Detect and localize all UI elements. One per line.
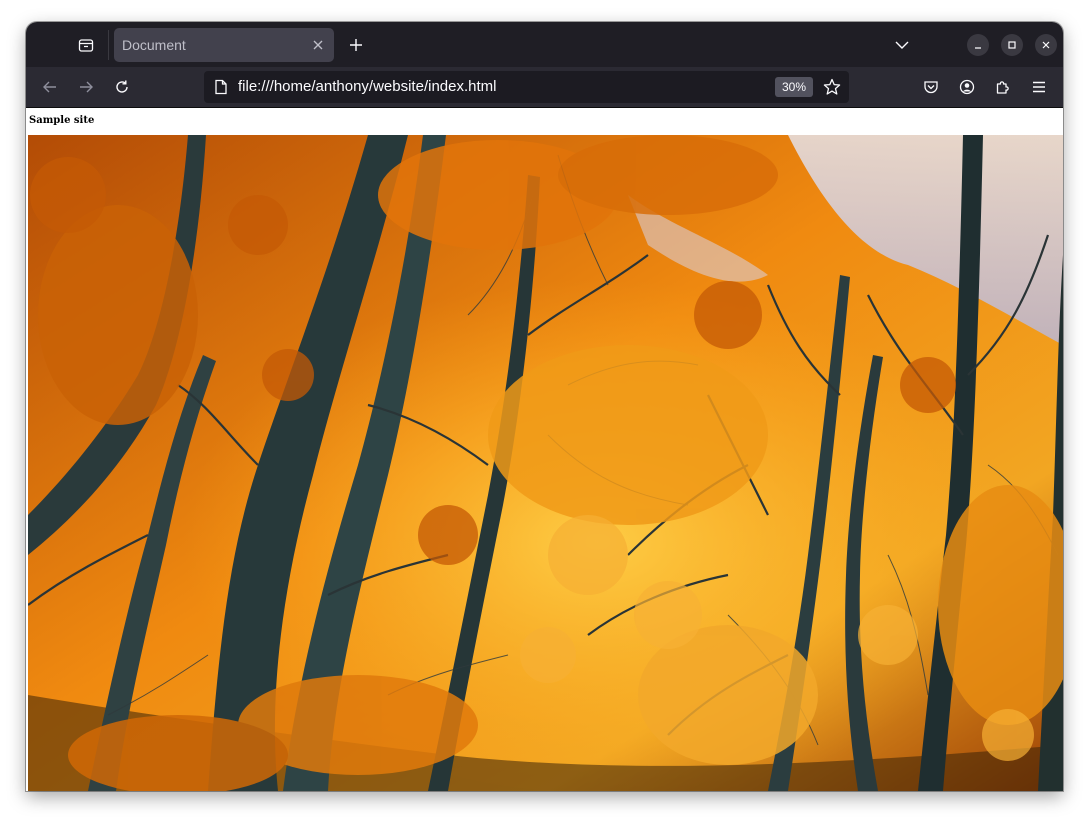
tab-list-button[interactable]: [72, 32, 100, 58]
list-all-tabs-button[interactable]: [890, 33, 914, 57]
puzzle-icon: [996, 81, 1009, 94]
new-tab-button[interactable]: [344, 33, 368, 57]
url-text[interactable]: file:///home/anthony/website/index.html: [238, 71, 496, 103]
tab-separator: [108, 30, 109, 60]
tab-close-button[interactable]: [310, 37, 326, 53]
tab-list-icon: [78, 37, 94, 53]
pocket-button[interactable]: [917, 74, 945, 100]
account-icon: [959, 79, 975, 95]
maximize-button[interactable]: [1001, 34, 1023, 56]
forward-button[interactable]: [72, 74, 100, 100]
hamburger-menu-icon: [1033, 81, 1045, 93]
browser-window: Document file:///home/anthony/website/in…: [26, 22, 1063, 791]
reload-button[interactable]: [108, 74, 136, 100]
reload-icon: [116, 80, 128, 93]
star-icon: [823, 78, 841, 95]
arrow-left-icon: [43, 81, 56, 93]
plus-icon: [350, 39, 362, 51]
site-heading: Sample site: [29, 115, 95, 126]
bookmark-button[interactable]: [820, 76, 844, 98]
close-window-button[interactable]: [1035, 34, 1057, 56]
zoom-level-button[interactable]: 30%: [775, 77, 813, 97]
minimize-button[interactable]: [967, 34, 989, 56]
application-menu-button[interactable]: [1025, 74, 1053, 100]
page-content: Sample site: [26, 108, 1063, 791]
pocket-icon: [924, 81, 938, 94]
arrow-right-icon: [80, 81, 93, 93]
extensions-button[interactable]: [989, 74, 1017, 100]
autumn-forest-image: [28, 135, 1063, 791]
tab-title: Document: [122, 37, 186, 53]
page-icon: [212, 78, 230, 96]
chevron-down-icon: [895, 41, 909, 49]
maximize-icon: [1008, 41, 1016, 49]
tab-document[interactable]: Document: [114, 28, 334, 62]
close-icon: [1042, 41, 1050, 49]
tab-strip: Document: [26, 22, 1063, 67]
account-button[interactable]: [953, 74, 981, 100]
minimize-icon: [975, 47, 981, 49]
close-icon: [313, 40, 323, 50]
navigation-toolbar: file:///home/anthony/website/index.html …: [26, 67, 1063, 108]
url-bar[interactable]: file:///home/anthony/website/index.html …: [204, 71, 849, 103]
back-button[interactable]: [36, 74, 64, 100]
